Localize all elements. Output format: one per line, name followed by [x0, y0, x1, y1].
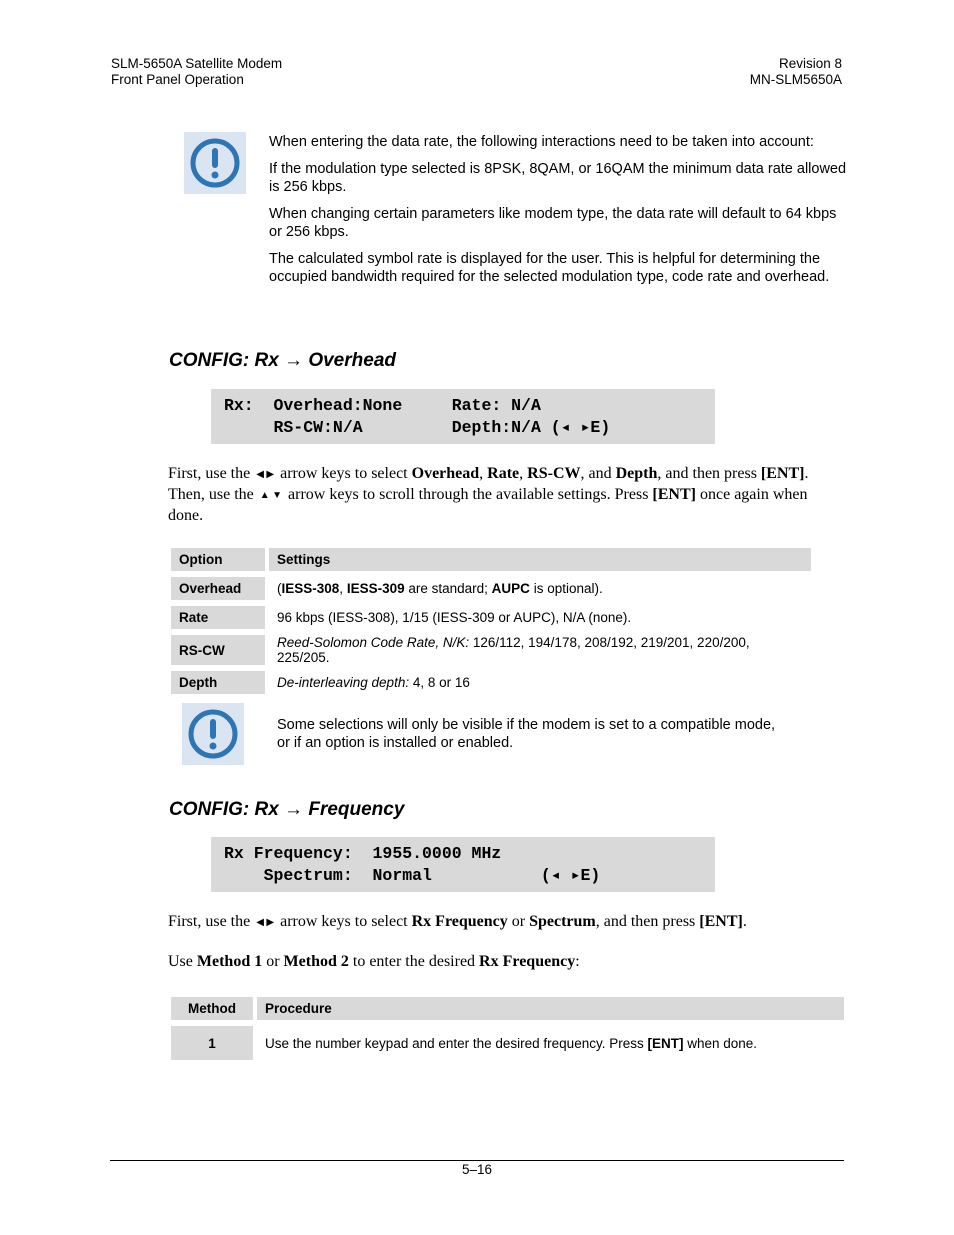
bold-text: Rx Frequency	[479, 953, 576, 970]
text: arrow keys to scroll through the availab…	[284, 486, 653, 503]
bold-text: IESS-309	[346, 581, 405, 596]
settings-cell: De-interleaving depth: 4, 8 or 16	[269, 671, 811, 694]
text: are standard;	[404, 581, 492, 596]
option-cell: RS-CW	[171, 635, 265, 665]
note-paragraph: When entering the data rate, the followi…	[269, 134, 814, 150]
text: 4, 8 or 16	[409, 675, 470, 690]
note-paragraph: When changing certain parameters like mo…	[269, 206, 837, 240]
bold-text: Spectrum	[529, 913, 596, 930]
bold-text: Method 1	[196, 953, 263, 970]
bold-text: Rate	[487, 465, 520, 482]
table-row: 1 Use the number keypad and enter the de…	[171, 1026, 844, 1060]
text: ,	[479, 465, 488, 482]
instruction-frequency-method: Use Method 1 or Method 2 to enter the de…	[168, 952, 840, 972]
text: ,	[339, 581, 347, 596]
note-data-rate: When entering the data rate, the followi…	[269, 133, 847, 295]
bold-text: AUPC	[491, 581, 530, 596]
text: First, use the	[168, 913, 255, 930]
revision: Revision 8	[778, 56, 842, 71]
section-title-overhead: CONFIG: Rx → Overhead	[169, 350, 396, 371]
document-number: MN-SLM5650A	[749, 72, 842, 87]
left-right-arrow-keys-icon: ◀ ▶	[256, 469, 275, 480]
text: , and	[580, 465, 616, 482]
header-left: SLM-5650A Satellite Modem Front Panel Op…	[111, 56, 282, 88]
lcd-line: Rx Frequency: 1955.0000 MHz	[224, 844, 502, 863]
header-right: Revision 8 MN-SLM5650A	[750, 56, 842, 88]
exclamation-circle-icon	[184, 132, 246, 194]
bold-text: Overhead	[411, 465, 480, 482]
chapter-title: Front Panel Operation	[111, 72, 244, 87]
text: Use the number keypad and enter the desi…	[265, 1035, 648, 1051]
table-header-row: Option Settings	[171, 548, 811, 571]
footer-divider	[110, 1160, 844, 1161]
table-header-row: Method Procedure	[171, 997, 844, 1020]
table-row: Rate 96 kbps (IESS-308), 1/15 (IESS-309 …	[171, 606, 811, 629]
settings-cell: Reed-Solomon Code Rate, N/K: 126/112, 19…	[269, 635, 811, 665]
option-cell: Rate	[171, 606, 265, 629]
text: or	[262, 953, 284, 970]
text: is optional).	[529, 581, 603, 596]
bold-text: Depth	[615, 465, 658, 482]
option-cell: Overhead	[171, 577, 265, 600]
text: when done.	[683, 1035, 758, 1051]
up-down-arrow-keys-icon: ▲ ▼	[259, 490, 283, 501]
bold-text: Method 2	[283, 953, 349, 970]
overhead-options-table: Option Settings Overhead (IESS-308, IESS…	[167, 542, 815, 700]
text: , and then press	[595, 913, 700, 930]
page-number: 5–16	[461, 1162, 493, 1177]
bold-text: [ENT]	[647, 1035, 684, 1051]
text: Use	[168, 953, 197, 970]
text: arrow keys to select	[276, 465, 412, 482]
italic-text: De-interleaving depth:	[277, 675, 410, 690]
table-row: Overhead (IESS-308, IESS-309 are standar…	[171, 577, 811, 600]
text: :	[575, 953, 580, 970]
lcd-line: Rx: Overhead:None Rate: N/A	[224, 396, 541, 415]
bold-text: Rx Frequency	[411, 913, 508, 930]
text: , and then press	[657, 465, 761, 482]
column-header: Procedure	[257, 997, 844, 1020]
exclamation-circle-icon	[182, 703, 244, 765]
text: or	[507, 913, 530, 930]
table-row: RS-CW Reed-Solomon Code Rate, N/K: 126/1…	[171, 635, 811, 665]
lcd-line: Spectrum: Normal (◂ ▸E)	[224, 866, 601, 885]
text: arrow keys to select	[276, 913, 412, 930]
bold-text: RS-CW	[527, 465, 581, 482]
table-row: Depth De-interleaving depth: 4, 8 or 16	[171, 671, 811, 694]
bold-text: [ENT]	[760, 465, 805, 482]
section-title-frequency: CONFIG: Rx → Frequency	[169, 799, 405, 820]
bold-text: IESS-308	[281, 581, 340, 596]
bold-text: [ENT]	[699, 913, 743, 930]
note-paragraph: The calculated symbol rate is displayed …	[269, 251, 830, 285]
lcd-line: RS-CW:N/A Depth:N/A (◂ ▸E)	[224, 418, 611, 437]
lcd-display-frequency: Rx Frequency: 1955.0000 MHz Spectrum: No…	[211, 837, 715, 892]
procedure-cell: Use the number keypad and enter the desi…	[257, 1026, 844, 1060]
note-paragraph: If the modulation type selected is 8PSK,…	[269, 161, 847, 195]
option-cell: Depth	[171, 671, 265, 694]
instruction-overhead: First, use the ◀ ▶ arrow keys to select …	[168, 464, 840, 526]
frequency-method-table: Method Procedure 1 Use the number keypad…	[167, 991, 848, 1066]
bold-text: [ENT]	[652, 486, 696, 503]
italic-text: Reed-Solomon Code Rate, N/K:	[277, 635, 470, 650]
text: to enter the desired	[348, 953, 480, 970]
column-header: Settings	[269, 548, 811, 571]
text: First, use the	[168, 465, 255, 482]
instruction-frequency-select: First, use the ◀ ▶ arrow keys to select …	[168, 912, 840, 933]
settings-cell: (IESS-308, IESS-309 are standard; AUPC i…	[269, 577, 811, 600]
left-right-arrow-keys-icon: ◀ ▶	[256, 917, 275, 928]
text: ,	[519, 465, 528, 482]
lcd-display-overhead: Rx: Overhead:None Rate: N/A RS-CW:N/A De…	[211, 389, 715, 444]
method-cell: 1	[171, 1026, 253, 1060]
text: .	[742, 913, 747, 930]
column-header: Option	[171, 548, 265, 571]
document-title: SLM-5650A Satellite Modem	[111, 56, 283, 71]
note-compatible-mode: Some selections will only be visible if …	[277, 717, 776, 751]
settings-cell: 96 kbps (IESS-308), 1/15 (IESS-309 or AU…	[269, 606, 811, 629]
column-header: Method	[171, 997, 253, 1020]
